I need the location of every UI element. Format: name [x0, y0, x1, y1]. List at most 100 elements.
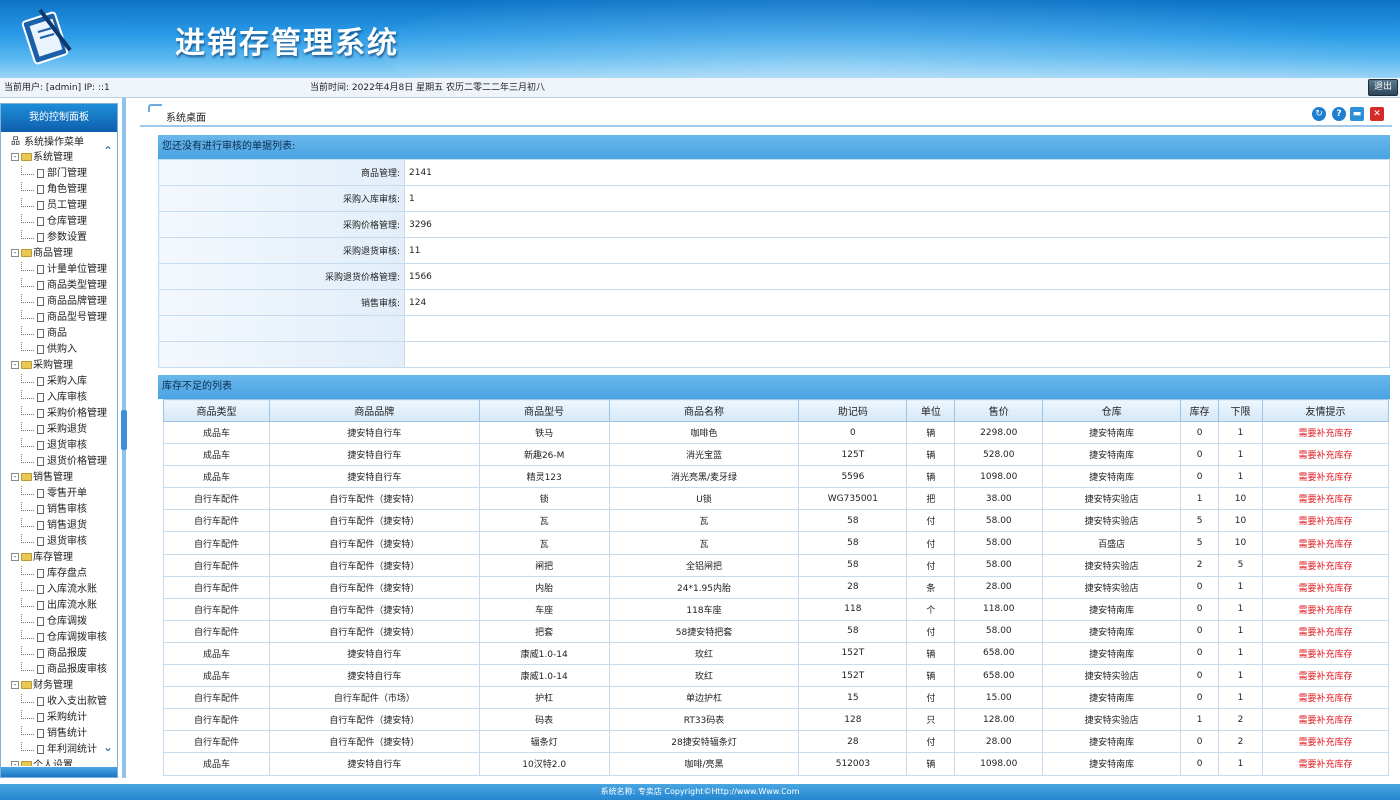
table-row[interactable]: 自行车配件 自行车配件（捷安特） 车座 118车座 118 个 118.00 捷安特南库 0 1 需…: [163, 597, 1389, 621]
menu-item[interactable]: 销售审核: [3, 502, 113, 518]
menu-item[interactable]: 部门管理: [3, 166, 113, 182]
menu-item[interactable]: 供购入: [3, 342, 113, 358]
scroll-down-icon[interactable]: ⌄: [103, 740, 113, 754]
menu-item[interactable]: 入库审核: [3, 390, 113, 406]
column-header[interactable]: 商品品牌: [268, 399, 480, 422]
collapse-icon[interactable]: -: [11, 553, 19, 561]
column-header[interactable]: 商品型号: [478, 399, 610, 422]
table-row[interactable]: 成品车 捷安特自行车 新趣26-M 消光宝蓝 125T 辆 528.00 捷安特南库 0 1 需要补…: [163, 443, 1389, 467]
table-cell: 28: [798, 575, 908, 599]
column-header[interactable]: 单位: [906, 399, 956, 422]
help-icon[interactable]: ?: [1332, 107, 1346, 121]
menu-item[interactable]: 库存盘点: [3, 566, 113, 582]
menu-item[interactable]: 商品报废审核: [3, 662, 113, 678]
table-row[interactable]: 自行车配件 自行车配件（捷安特） 闸把 全铝闸把 58 付 58.00 捷安特实验店 2 5 需要补…: [163, 553, 1389, 577]
page-icon: [37, 408, 44, 418]
audit-value[interactable]: 1566: [404, 263, 1390, 290]
menu-item[interactable]: 角色管理: [3, 182, 113, 198]
column-header[interactable]: 仓库: [1042, 399, 1182, 422]
menu-item[interactable]: 仓库调拨: [3, 614, 113, 630]
table-row[interactable]: 自行车配件 自行车配件（市场） 护杠 单边护杠 15 付 15.00 捷安特南库 0 1 需要补充库…: [163, 686, 1389, 710]
stock-table-scroll[interactable]: 商品类型 商品品牌 商品型号 商品名称 助记码 单位 售价 仓库 库存 下限 友情提示 成品车 捷安特…: [158, 399, 1390, 778]
menu-item[interactable]: 商品型号管理: [3, 310, 113, 326]
menu-item[interactable]: 零售开单: [3, 486, 113, 502]
column-header[interactable]: 助记码: [798, 399, 908, 422]
collapse-icon[interactable]: -: [11, 249, 19, 257]
collapse-icon[interactable]: -: [11, 761, 19, 766]
menu-item[interactable]: 退货审核: [3, 438, 113, 454]
audit-value[interactable]: 11: [404, 237, 1390, 264]
collapse-icon[interactable]: -: [11, 681, 19, 689]
menu-item[interactable]: 出库流水账: [3, 598, 113, 614]
table-row[interactable]: 自行车配件 自行车配件（捷安特）瓦瓦 58 付 58.00 捷安特实验店 5 10 需要补充库存: [163, 509, 1389, 533]
menu-item[interactable]: 商品: [3, 326, 113, 342]
menu-item[interactable]: 退货价格管理: [3, 454, 113, 470]
menu-item[interactable]: 计量单位管理: [3, 262, 113, 278]
menu-root[interactable]: 品系统操作菜单: [3, 136, 113, 150]
table-row[interactable]: 成品车 捷安特自行车 康威1.0-14 玫红 152T 辆 658.00 捷安特南库 0 1 需要补…: [163, 641, 1389, 666]
column-header[interactable]: 商品名称: [608, 399, 800, 422]
menu-item[interactable]: 入库流水账: [3, 582, 113, 598]
menu-item[interactable]: 采购价格管理: [3, 406, 113, 422]
logout-button[interactable]: 退出: [1368, 79, 1398, 96]
table-row[interactable]: 自行车配件 自行车配件（捷安特）锁 U锁 WG735001 把 38.00 捷安特实验店 1 1…: [163, 487, 1389, 511]
column-header[interactable]: 售价: [954, 399, 1044, 422]
table-row[interactable]: 自行车配件 自行车配件（捷安特） 码表 RT33码表 128 只 128.00 捷安特实验店 1…: [163, 708, 1389, 732]
menu-item[interactable]: 商品报废: [3, 646, 113, 662]
table-row[interactable]: 成品车 捷安特自行车 10汉特2.0 咖啡/亮黑 512003 辆 1098.00 捷安特南库…: [163, 752, 1389, 776]
audit-value[interactable]: 1: [404, 185, 1390, 212]
table-row[interactable]: 成品车 捷安特自行车 精灵123 消光亮黑/麦牙绿 5596 辆 1098.00 捷安特南库 0…: [163, 465, 1389, 489]
table-row[interactable]: 成品车 捷安特自行车 康威1.0-14 玫红 152T 辆 658.00 捷安特实验店 0 1 需要…: [163, 664, 1389, 688]
column-header[interactable]: 下限: [1218, 399, 1263, 422]
menu-item[interactable]: 退货审核: [3, 534, 113, 550]
menu-item[interactable]: 仓库管理: [3, 214, 113, 230]
table-cell: 128: [798, 708, 908, 732]
table-row[interactable]: 自行车配件 自行车配件（捷安特）瓦瓦 58 付 58.00 百盛店 5 10 需要补充库存: [163, 531, 1389, 555]
collapse-icon[interactable]: -: [11, 473, 19, 481]
audit-row: 采购退货审核: 11: [158, 237, 1390, 264]
menu-item[interactable]: 参数设置: [3, 230, 113, 246]
menu-item[interactable]: 销售统计: [3, 726, 113, 742]
table-row[interactable]: 自行车配件 自行车配件（捷安特） 辐条灯 28捷安特辐条灯 28 付 28.00 捷安特南库 0…: [163, 730, 1389, 754]
menu-item[interactable]: 商品类型管理: [3, 278, 113, 294]
refresh-icon[interactable]: ↻: [1312, 107, 1326, 121]
column-header[interactable]: 商品类型: [163, 399, 270, 422]
menu-group[interactable]: - 采购管理: [3, 358, 113, 374]
page-icon: [37, 488, 44, 498]
menu-group[interactable]: - 财务管理: [3, 678, 113, 694]
audit-row: 商品管理: 2141: [158, 159, 1390, 186]
menu-item[interactable]: 商品品牌管理: [3, 294, 113, 310]
menu-item[interactable]: 采购入库: [3, 374, 113, 390]
audit-value[interactable]: 3296: [404, 211, 1390, 238]
close-icon[interactable]: ✕: [1370, 107, 1384, 121]
menu-group[interactable]: - 个人设置: [3, 758, 113, 766]
table-cell: 捷安特南库: [1042, 465, 1182, 489]
menu-item[interactable]: 收入支出款管: [3, 694, 113, 710]
table-cell: 辆: [906, 664, 956, 688]
collapse-icon[interactable]: -: [11, 361, 19, 369]
table-row[interactable]: 成品车 捷安特自行车 铁马 咖啡色 0 辆 2298.00 捷安特南库 0 1 需要补充库存: [163, 420, 1389, 445]
menu-item[interactable]: 销售退货: [3, 518, 113, 534]
menu-item[interactable]: 采购统计: [3, 710, 113, 726]
audit-value[interactable]: 124: [404, 289, 1390, 316]
collapse-handle[interactable]: [121, 410, 127, 450]
menu-group[interactable]: - 商品管理: [3, 246, 113, 262]
current-time-label: 当前时间: 2022年4月8日 星期五 农历二零二二年三月初八: [310, 83, 545, 93]
collapse-icon[interactable]: -: [11, 153, 19, 161]
menu-item[interactable]: 仓库调拨审核: [3, 630, 113, 646]
menu-group[interactable]: - 系统管理: [3, 150, 113, 166]
menu-item[interactable]: 员工管理: [3, 198, 113, 214]
desktop-tab-label[interactable]: 系统桌面: [166, 109, 206, 124]
menu-group[interactable]: - 库存管理: [3, 550, 113, 566]
table-row[interactable]: 自行车配件 自行车配件（捷安特） 内胎 24*1.95内胎 28 条 28.00 捷安特实验店…: [163, 575, 1389, 599]
menu-group[interactable]: - 销售管理: [3, 470, 113, 486]
audit-value[interactable]: 2141: [404, 159, 1390, 186]
column-header[interactable]: 库存: [1180, 399, 1220, 422]
menu-item-label: 入库审核: [47, 392, 87, 403]
minimize-icon[interactable]: ▬: [1350, 107, 1364, 121]
menu-item[interactable]: 年利润统计: [3, 742, 113, 758]
scroll-up-icon[interactable]: ⌃: [103, 144, 113, 158]
table-row[interactable]: 自行车配件 自行车配件（捷安特） 把套 58捷安特把套 58 付 58.00 捷安特南库 0 1 需…: [163, 619, 1389, 643]
menu-item[interactable]: 采购退货: [3, 422, 113, 438]
column-header[interactable]: 友情提示: [1262, 399, 1389, 422]
